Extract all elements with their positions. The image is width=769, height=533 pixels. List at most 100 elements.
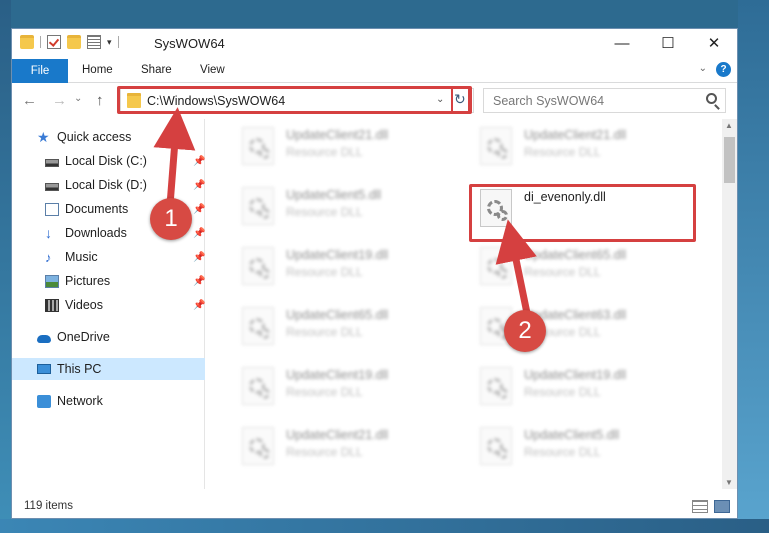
sidebar-item-label: Downloads — [65, 226, 127, 240]
file-item[interactable]: UpdateClient65.dll Resource DLL — [234, 303, 464, 359]
maximize-button[interactable]: ☐ — [645, 29, 691, 57]
sidebar-item-music[interactable]: ♪ Music 📌 — [12, 246, 205, 268]
title-bar: ▾ SysWOW64 — ☐ ✕ — [12, 29, 737, 57]
sidebar-item-label: Documents — [65, 202, 129, 216]
sidebar-item-network[interactable]: Network — [12, 390, 205, 412]
sidebar-item-quick-access[interactable]: ★ Quick access — [12, 126, 205, 148]
sidebar-item-label: Pictures — [65, 274, 111, 288]
sidebar-item-label: Quick access — [57, 130, 132, 144]
vertical-scrollbar[interactable]: ▲ ▼ — [722, 119, 737, 489]
tab-file[interactable]: File — [12, 59, 68, 83]
file-item[interactable]: UpdateClient65.dll Resource DLL — [472, 243, 702, 299]
file-name: UpdateClient21.dll — [286, 128, 389, 142]
sidebar-item-label: Local Disk (D:) — [65, 178, 147, 192]
file-type: Resource DLL — [286, 325, 363, 339]
scrollbar-thumb[interactable] — [724, 137, 735, 183]
file-item[interactable]: UpdateClient19.dll Resource DLL — [234, 243, 464, 299]
step-2-callout: 2 — [504, 310, 546, 352]
file-item[interactable]: UpdateClient19.dll Resource DLL — [472, 363, 702, 419]
pin-icon[interactable]: 📌 — [193, 204, 205, 215]
recent-locations-button[interactable]: ⌄ — [74, 93, 82, 104]
pin-icon[interactable]: 📌 — [193, 156, 205, 167]
sidebar-item-local-disk-c[interactable]: Local Disk (C:) 📌 — [12, 150, 205, 172]
file-type: Resource DLL — [286, 445, 363, 459]
scroll-up-arrow-icon[interactable]: ▲ — [725, 121, 733, 130]
videos-icon — [45, 298, 59, 312]
customize-toolbar-dropdown[interactable]: ▾ — [107, 37, 112, 48]
desktop-background-right — [738, 0, 769, 533]
dll-file-icon — [480, 247, 512, 285]
file-type: Resource DLL — [286, 265, 363, 279]
dll-file-icon — [480, 367, 512, 405]
sidebar-item-label: Videos — [65, 298, 103, 312]
tab-view[interactable]: View — [200, 64, 225, 76]
forward-button[interactable]: → — [52, 92, 67, 109]
status-bar: 119 items — [12, 495, 737, 518]
dll-file-icon — [242, 247, 274, 285]
search-input[interactable]: Search SysWOW64 — [483, 88, 726, 113]
file-item[interactable]: UpdateClient21.dll Resource DLL — [234, 123, 464, 179]
properties-icon[interactable] — [87, 35, 101, 49]
desktop-background-bottom — [0, 519, 769, 533]
new-folder-icon[interactable] — [67, 35, 81, 49]
help-icon[interactable]: ? — [716, 62, 731, 77]
quick-access-toolbar: ▾ — [20, 35, 119, 49]
download-icon: ↓ — [45, 224, 52, 241]
sidebar-item-this-pc[interactable]: This PC — [12, 358, 205, 380]
desktop-background-left — [0, 0, 11, 533]
music-icon: ♪ — [45, 249, 52, 265]
file-name: UpdateClient19.dll — [524, 368, 627, 382]
tab-home[interactable]: Home — [82, 64, 113, 76]
file-item[interactable]: UpdateClient5.dll Resource DLL — [234, 183, 464, 239]
file-type: Resource DLL — [524, 145, 601, 159]
expand-ribbon-chevron-icon[interactable]: ⌄ — [699, 63, 707, 74]
file-name: UpdateClient21.dll — [286, 428, 389, 442]
file-type: Resource DLL — [524, 385, 601, 399]
pin-icon[interactable]: 📌 — [193, 300, 205, 311]
sidebar-item-local-disk-d[interactable]: Local Disk (D:) 📌 — [12, 174, 205, 196]
file-name: UpdateClient5.dll — [286, 188, 382, 202]
file-item[interactable]: UpdateClient5.dll Resource DLL — [472, 423, 702, 479]
cloud-icon — [37, 334, 51, 343]
back-button[interactable]: ← — [22, 92, 37, 109]
dll-file-icon — [480, 127, 512, 165]
search-icon[interactable] — [706, 93, 717, 104]
file-name: UpdateClient65.dll — [524, 248, 627, 262]
pin-icon[interactable]: 📌 — [193, 276, 205, 287]
large-icons-view-icon[interactable] — [714, 500, 730, 513]
properties-check-icon[interactable] — [47, 35, 61, 49]
up-button[interactable]: ↑ — [96, 92, 104, 109]
toolbar-separator — [40, 36, 41, 48]
network-icon — [37, 394, 51, 408]
pin-icon[interactable]: 📌 — [193, 180, 205, 191]
file-highlight-box — [469, 184, 696, 242]
minimize-button[interactable]: — — [599, 29, 645, 57]
details-view-icon[interactable] — [692, 500, 708, 513]
star-icon: ★ — [37, 128, 50, 145]
pin-icon[interactable]: 📌 — [193, 228, 205, 239]
close-button[interactable]: ✕ — [691, 29, 737, 57]
file-explorer-window: ▾ SysWOW64 — ☐ ✕ File Home Share View ⌄ … — [11, 28, 738, 519]
dll-file-icon — [242, 187, 274, 225]
dll-file-icon — [242, 427, 274, 465]
toolbar-separator — [117, 36, 119, 48]
dll-file-icon — [242, 307, 274, 345]
drive-icon — [45, 182, 59, 191]
file-item[interactable]: UpdateClient19.dll Resource DLL — [234, 363, 464, 419]
sidebar-item-pictures[interactable]: Pictures 📌 — [12, 270, 205, 292]
refresh-highlight-box — [451, 86, 472, 114]
scroll-down-arrow-icon[interactable]: ▼ — [725, 478, 733, 487]
file-name: UpdateClient65.dll — [286, 308, 389, 322]
pin-icon[interactable]: 📌 — [193, 252, 205, 263]
file-item[interactable]: UpdateClient21.dll Resource DLL — [472, 123, 702, 179]
tab-share[interactable]: Share — [141, 64, 172, 76]
folder-icon — [20, 35, 34, 49]
file-type: Resource DLL — [286, 205, 363, 219]
sidebar-item-videos[interactable]: Videos 📌 — [12, 294, 205, 316]
item-count: 119 items — [24, 500, 74, 512]
sidebar-item-onedrive[interactable]: OneDrive — [12, 326, 205, 348]
sidebar-item-label: This PC — [57, 362, 102, 376]
file-name: UpdateClient19.dll — [286, 248, 389, 262]
window-title: SysWOW64 — [154, 36, 225, 51]
file-item[interactable]: UpdateClient21.dll Resource DLL — [234, 423, 464, 479]
